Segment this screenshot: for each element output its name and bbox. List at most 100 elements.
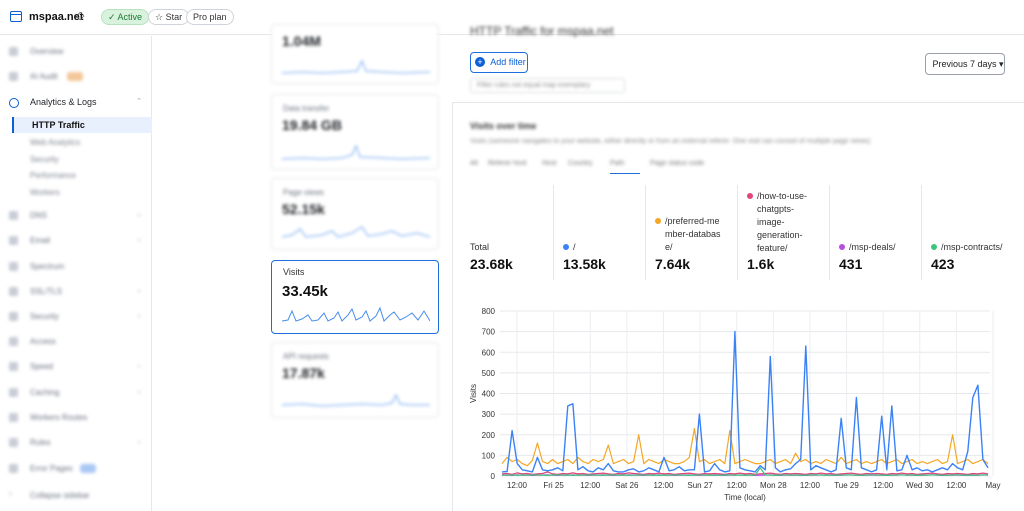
stat-value: 423	[931, 256, 955, 272]
sidebar-item-label: Access	[30, 337, 56, 346]
sidebar-item-email[interactable]: Email ⌄	[0, 233, 151, 249]
active-status-badge: ✓ Active	[101, 9, 150, 25]
sidebar-item-analytics[interactable]: Analytics & Logs ⌃	[0, 95, 151, 111]
add-filter-label: Add filter	[490, 57, 526, 67]
sidebar-item-http-traffic[interactable]: HTTP Traffic	[12, 117, 152, 133]
stat-preferred-member[interactable]: /preferred-member-database/ 7.64k	[645, 185, 735, 280]
divider	[737, 185, 738, 280]
stat-label: /preferred-member-database/	[665, 216, 721, 252]
plan-badge[interactable]: Pro plan	[186, 9, 234, 25]
sidebar-item-label: Error Pages	[30, 464, 73, 473]
sidebar-item-ai-audit[interactable]: AI Audit	[0, 69, 151, 85]
stat-root-path[interactable]: / 13.58k	[553, 185, 643, 280]
metric-card-visits[interactable]: Visits 33.45k	[271, 260, 439, 334]
metric-card-page-views[interactable]: Page views 52.15k	[271, 178, 439, 250]
add-filter-button[interactable]: + Add filter	[470, 52, 528, 73]
sidebar-item-error-pages[interactable]: Error Pages	[0, 461, 151, 477]
x-tick-label: 12:00	[727, 481, 748, 490]
date-range-select[interactable]: Previous 7 days ▾	[925, 53, 1005, 75]
site-switcher-icon[interactable]: ◇	[76, 9, 84, 23]
ai-icon	[9, 72, 18, 81]
date-range-label: Previous 7 days	[932, 59, 997, 69]
filter-chip[interactable]: Filter rules not equal map exemplary	[470, 78, 625, 93]
stat-label: /	[573, 242, 576, 252]
metric-value: 33.45k	[282, 283, 328, 300]
sidebar-item-spectrum[interactable]: Spectrum	[0, 259, 151, 275]
visits-line-chart[interactable]: 0 100 200 300 400 500 600 700 800 12:00 Fri 25 12:0…	[462, 302, 1002, 507]
sidebar-item-overview[interactable]: Overview	[0, 44, 151, 60]
sidebar-item-label: Email	[30, 236, 51, 245]
sidebar-item-access[interactable]: Access	[0, 334, 151, 350]
metric-card-data-transfer[interactable]: Data transfer 19.84 GB	[271, 94, 439, 170]
x-tick-label: May	[985, 481, 1000, 490]
section-description: Visits (someone navigates to your websit…	[470, 138, 871, 145]
sidebar-item-ssl[interactable]: SSL/TLS ⌄	[0, 284, 151, 300]
speed-icon	[9, 362, 18, 371]
access-icon	[9, 337, 18, 346]
star-label: Star	[165, 12, 183, 22]
stat-value: 13.58k	[563, 256, 606, 272]
stat-msp-deals[interactable]: /msp-deals/ 431	[829, 185, 919, 280]
sidebar-sub-performance[interactable]: Performance	[30, 171, 76, 180]
x-tick-label: Wed 30	[906, 481, 934, 490]
x-tick-label: Sat 26	[615, 481, 639, 490]
legend-dot	[563, 244, 569, 250]
stat-label: /how-to-use-chatgpts-image-generation-fe…	[757, 191, 808, 253]
stat-chatgpt-image[interactable]: /how-to-use-chatgpts-image-generation-fe…	[737, 185, 827, 280]
chevron-down-icon: ⌄	[136, 312, 142, 319]
y-tick-label: 0	[491, 472, 496, 481]
stat-msp-contracts[interactable]: /msp-contracts/ 423	[921, 185, 1021, 280]
x-axis-label: Time (local)	[724, 493, 766, 502]
home-icon	[9, 47, 18, 56]
sidebar-item-label: DNS	[30, 211, 47, 220]
spectrum-icon	[9, 262, 18, 271]
x-tick-label: 12:00	[873, 481, 894, 490]
email-icon	[9, 236, 18, 245]
sidebar-sub-security[interactable]: Security	[30, 155, 59, 164]
metric-value: 17.87k	[282, 365, 325, 381]
y-tick-label: 700	[482, 328, 496, 337]
tab-referer-host[interactable]: Referer host	[488, 160, 527, 167]
x-tick-label: 12:00	[800, 481, 821, 490]
y-tick-label: 300	[482, 410, 496, 419]
sidebar-item-label: Speed	[30, 362, 54, 371]
analytics-icon	[9, 98, 19, 108]
tab-page-status-code[interactable]: Page status code	[650, 160, 704, 167]
stat-label: /msp-contracts/	[941, 242, 1003, 252]
collapse-sidebar-button[interactable]: ‹ Collapse sidebar	[0, 488, 151, 504]
metric-card-requests[interactable]: 1.04M	[271, 24, 439, 84]
tab-all[interactable]: All	[470, 160, 478, 167]
page-title: HTTP Traffic for mspaa.net	[470, 24, 614, 38]
cache-icon	[9, 388, 18, 397]
star-button[interactable]: ☆ Star	[148, 9, 190, 25]
tab-host[interactable]: Host	[542, 160, 556, 167]
sidebar-sub-workers[interactable]: Workers	[30, 188, 60, 197]
plus-icon: +	[475, 57, 485, 67]
x-tick-label: 12:00	[946, 481, 967, 490]
x-tick-label: 12:00	[507, 481, 528, 490]
tab-path[interactable]: Path	[610, 160, 624, 167]
lock-icon	[9, 287, 18, 296]
sidebar-item-workers-routes[interactable]: Workers Routes	[0, 410, 151, 426]
sidebar-item-dns[interactable]: DNS ⌄	[0, 208, 151, 224]
sidebar-item-rules[interactable]: Rules ⌄	[0, 435, 151, 451]
collapse-label: Collapse sidebar	[30, 491, 90, 500]
stat-label: Total	[470, 242, 490, 252]
metric-label: API requests	[283, 352, 329, 361]
y-tick-label: 500	[482, 369, 496, 378]
sidebar-sub-web-analytics[interactable]: Web Analytics	[30, 138, 80, 147]
sidebar-item-label: Workers Routes	[30, 413, 88, 422]
sidebar-item-speed[interactable]: Speed ⌄	[0, 359, 151, 375]
series-line-2	[501, 471, 989, 475]
sidebar-item-caching[interactable]: Caching ⌄	[0, 385, 151, 401]
x-tick-label: Mon 28	[760, 481, 787, 490]
sidebar-item-label: Analytics & Logs	[30, 97, 97, 107]
x-tick-label: 12:00	[653, 481, 674, 490]
metric-card-api-requests[interactable]: API requests 17.87k	[271, 342, 439, 418]
x-tick-label: Sun 27	[687, 481, 713, 490]
y-tick-label: 100	[482, 451, 496, 460]
tab-country[interactable]: Country	[568, 160, 593, 167]
sidebar-item-security[interactable]: Security ⌄	[0, 309, 151, 325]
chevron-down-icon: ⌄	[136, 236, 142, 243]
sidebar-item-label: Security	[30, 312, 59, 321]
